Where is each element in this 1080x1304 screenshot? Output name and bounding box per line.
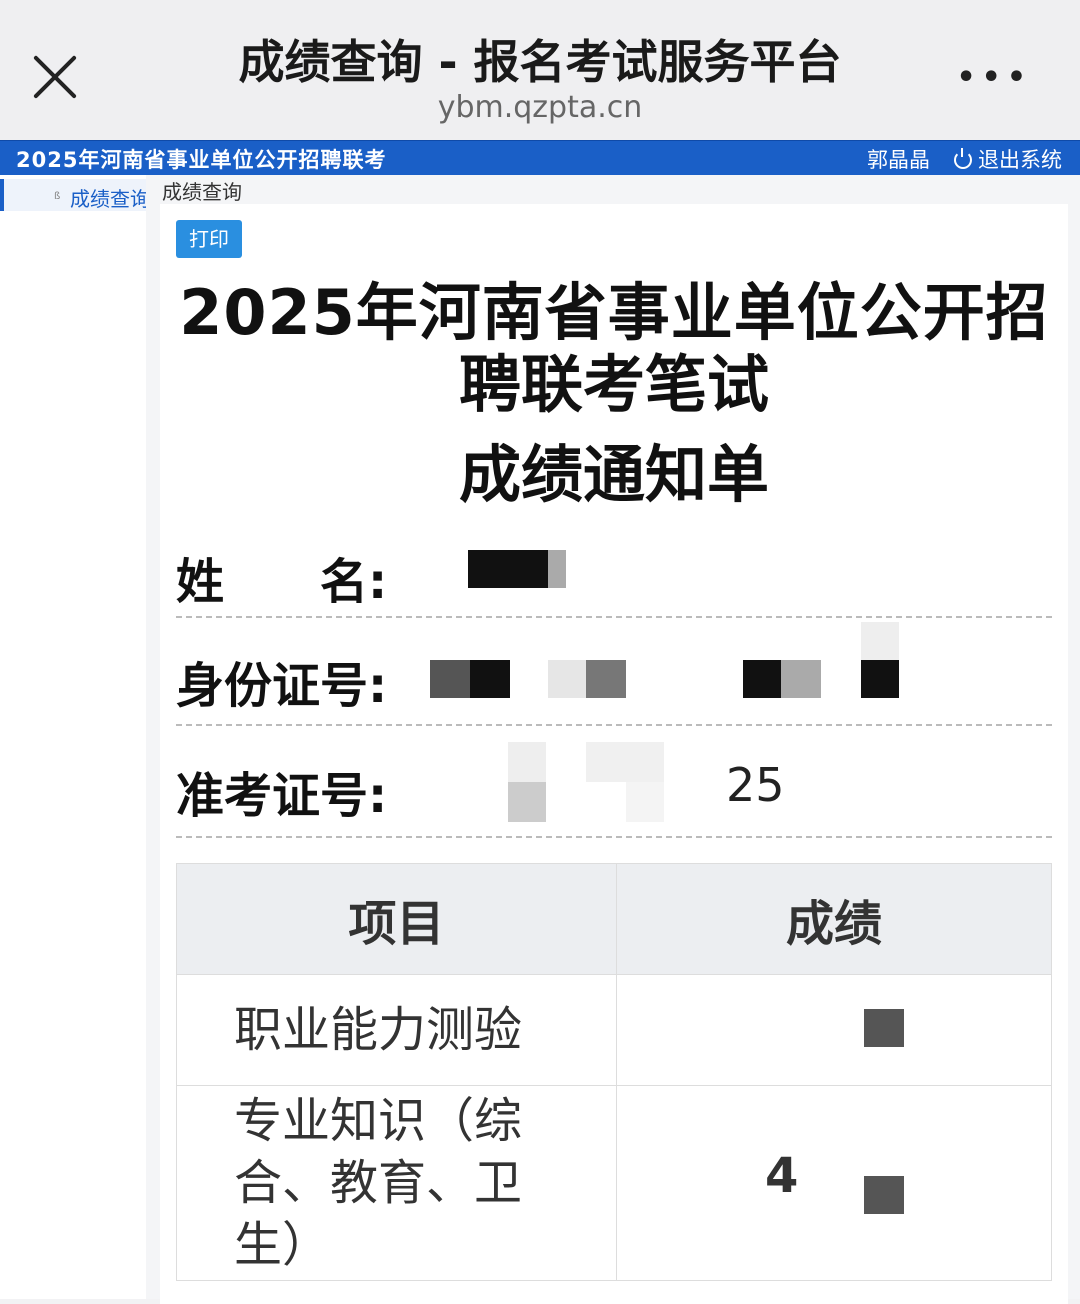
redacted-id-4 bbox=[586, 660, 626, 698]
table-row: 专业知识（综合、教育、卫生） 4 bbox=[176, 1085, 1052, 1281]
power-icon bbox=[954, 148, 972, 169]
ticket-number-visible: 25 bbox=[726, 758, 785, 812]
score-cell bbox=[616, 974, 1052, 1086]
name-label: 姓 名: bbox=[176, 554, 388, 610]
page-url: ybm.qzpta.cn bbox=[437, 90, 643, 125]
sidebar: ß 成绩查询 bbox=[0, 175, 150, 1299]
subject-name: 职业能力测验 bbox=[234, 1002, 523, 1058]
ticket-row: 准考证号: 25 bbox=[176, 724, 1052, 838]
redacted-name bbox=[468, 550, 548, 588]
redacted-id-8 bbox=[861, 660, 899, 698]
redacted-ticket-2 bbox=[508, 782, 546, 822]
redacted-score-1 bbox=[864, 1009, 904, 1047]
app-title: 2025年河南省事业单位公开招聘联考 bbox=[16, 148, 387, 172]
page-title: 成绩查询 - 报名考试服务平台 bbox=[238, 35, 842, 89]
subject-name: 专业知识（综合、教育、卫生） bbox=[234, 1093, 523, 1273]
notice-title-line3: 成绩通知单 bbox=[458, 438, 769, 511]
subject-cell: 专业知识（综合、教育、卫生） bbox=[176, 1085, 617, 1281]
redacted-id-5 bbox=[743, 660, 781, 698]
name-row: 姓 名: bbox=[176, 520, 1052, 618]
redacted-id-6 bbox=[781, 660, 821, 698]
redacted-name-blur bbox=[548, 550, 566, 588]
notice-title-line2: 聘联考笔试 bbox=[458, 348, 769, 421]
id-label: 身份证号: bbox=[176, 658, 388, 714]
main-content: 成绩查询 打印 2025年河南省事业单位公开招 聘联考笔试 成绩通知单 姓 名:… bbox=[146, 175, 1080, 1304]
subject-cell: 职业能力测验 bbox=[176, 974, 617, 1086]
id-row: 身份证号: bbox=[176, 616, 1052, 726]
redacted-id-7 bbox=[861, 622, 899, 660]
logout-button[interactable]: 退出系统 bbox=[954, 144, 1062, 174]
redacted-id-1 bbox=[430, 660, 470, 698]
sidebar-item-label: 成绩查询 bbox=[70, 187, 150, 211]
print-button[interactable]: 打印 bbox=[176, 220, 242, 258]
nav-bullet-icon: ß bbox=[54, 191, 61, 202]
score-table: 项目 成绩 职业能力测验 专业知识（综合、教育、卫生） 4 bbox=[176, 863, 1052, 1281]
redacted-ticket-4 bbox=[626, 782, 664, 822]
table-header-row: 项目 成绩 bbox=[176, 863, 1052, 975]
col-header-score: 成绩 bbox=[616, 863, 1052, 975]
redacted-id-2 bbox=[470, 660, 510, 698]
table-row: 职业能力测验 bbox=[176, 974, 1052, 1086]
user-name: 郭晶晶 bbox=[867, 148, 930, 172]
browser-top-bar: 成绩查询 - 报名考试服务平台 ybm.qzpta.cn ••• bbox=[0, 0, 1080, 140]
ticket-label: 准考证号: bbox=[176, 768, 388, 824]
more-options-icon[interactable]: ••• bbox=[956, 60, 1032, 95]
logout-label: 退出系统 bbox=[978, 148, 1062, 172]
redacted-ticket-1 bbox=[508, 742, 546, 782]
score-visible: 4 bbox=[765, 1148, 799, 1204]
redacted-id-3 bbox=[548, 660, 586, 698]
app-header: 2025年河南省事业单位公开招聘联考 郭晶晶 退出系统 bbox=[0, 140, 1080, 175]
score-cell: 4 bbox=[616, 1085, 1052, 1281]
score-notice-card: 打印 2025年河南省事业单位公开招 聘联考笔试 成绩通知单 姓 名: 身份证号… bbox=[160, 204, 1068, 1304]
redacted-ticket-3 bbox=[586, 742, 664, 782]
col-header-subject: 项目 bbox=[176, 863, 617, 975]
sidebar-item-score-query[interactable]: ß 成绩查询 bbox=[0, 179, 150, 211]
redacted-score-2 bbox=[864, 1176, 904, 1214]
breadcrumb: 成绩查询 bbox=[162, 180, 242, 204]
